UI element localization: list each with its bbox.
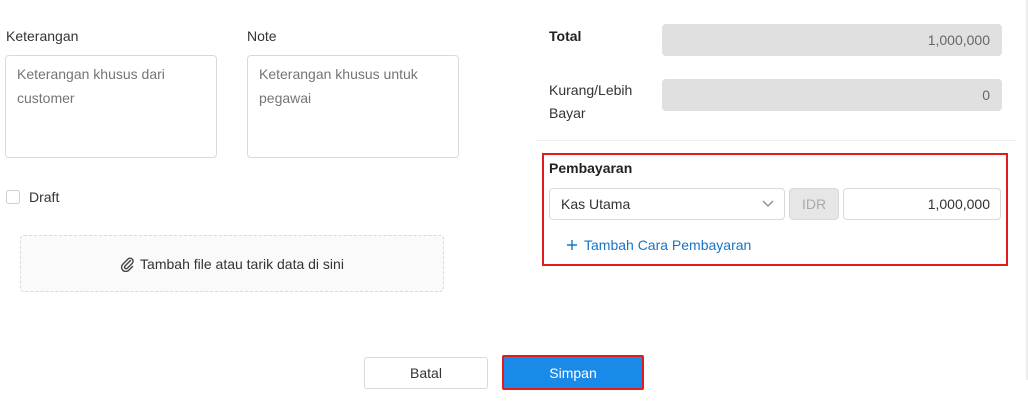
payment-title: Pembayaran [549,160,633,176]
kurang-lebih-bayar-value: 0 [662,79,1002,111]
chevron-down-icon [762,189,774,229]
total-value: 1,000,000 [662,24,1002,56]
payment-amount-input[interactable]: 1,000,000 [843,188,1001,220]
note-textarea[interactable] [247,55,459,158]
save-button[interactable]: Simpan [502,355,644,390]
plus-icon [566,239,578,251]
summary-divider [536,140,1016,141]
draft-checkbox[interactable] [6,190,20,204]
keterangan-textarea[interactable] [5,55,217,158]
dropzone-text: Tambah file atau tarik data di sini [140,255,344,272]
payment-method-value: Kas Utama [561,196,631,212]
kurang-lebih-bayar-label: Kurang/Lebih Bayar [549,82,633,121]
currency-field: IDR [789,188,839,220]
total-label: Total [549,28,582,44]
cancel-button[interactable]: Batal [364,357,488,389]
note-label: Note [247,28,277,44]
add-payment-method-link[interactable]: Tambah Cara Pembayaran [566,237,751,253]
keterangan-label: Keterangan [6,28,79,44]
paperclip-icon [120,256,134,272]
file-dropzone[interactable]: Tambah file atau tarik data di sini [20,235,444,292]
draft-label: Draft [29,189,60,205]
add-payment-method-label: Tambah Cara Pembayaran [584,237,752,253]
payment-method-select[interactable]: Kas Utama [549,188,785,220]
